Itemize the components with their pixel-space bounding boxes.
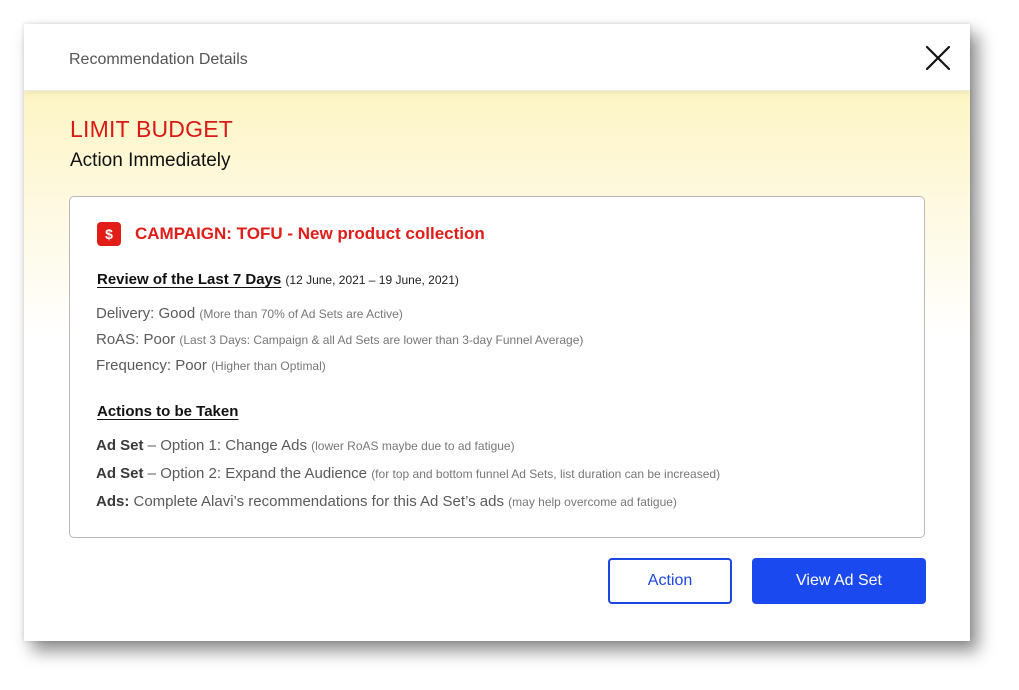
close-icon [925,45,951,71]
action-note: (lower RoAS maybe due to ad fatigue) [311,439,515,453]
metric-roas: RoAS: Poor (Last 3 Days: Campaign & all … [96,331,583,348]
metric-delivery: Delivery: Good (More than 70% of Ad Sets… [96,305,403,322]
dialog-header: Recommendation Details [24,24,970,91]
recommendation-urgency: Action Immediately [70,150,231,171]
actions-heading-label: Actions to be Taken [97,403,239,420]
action-prefix: Ad Set [96,465,144,482]
close-button[interactable] [922,42,954,74]
metric-frequency: Frequency: Poor (Higher than Optimal) [96,357,326,374]
recommendation-card: $ CAMPAIGN: TOFU - New product collectio… [69,196,925,538]
action-text: – Option 2: Expand the Audience [143,465,368,482]
action-text: – Option 1: Change Ads [143,437,307,454]
action-note: (for top and bottom funnel Ad Sets, list… [371,467,721,481]
action-item: Ads: Complete Alavi’s recommendations fo… [96,493,677,510]
action-text: Complete Alavi’s recommendations for thi… [129,493,504,510]
metric-note: (Last 3 Days: Campaign & all Ad Sets are… [179,333,584,347]
view-ad-set-button[interactable]: View Ad Set [752,558,926,604]
review-date-range: (12 June, 2021 – 19 June, 2021) [285,273,459,287]
metric-label: Delivery: Good [96,305,196,322]
actions-heading: Actions to be Taken [97,403,238,420]
review-heading: Review of the Last 7 Days (12 June, 2021… [97,271,459,288]
campaign-title: CAMPAIGN: TOFU - New product collection [135,224,485,243]
action-prefix: Ads: [96,493,130,510]
action-button[interactable]: Action [608,558,732,604]
metric-note: (Higher than Optimal) [211,359,326,373]
recommendation-headline: LIMIT BUDGET [70,116,233,142]
metric-note: (More than 70% of Ad Sets are Active) [199,307,403,321]
metric-label: RoAS: Poor [96,331,176,348]
action-item: Ad Set – Option 1: Change Ads (lower RoA… [96,437,515,454]
metric-label: Frequency: Poor [96,357,207,374]
action-note: (may help overcome ad fatigue) [508,495,677,509]
action-prefix: Ad Set [96,437,144,454]
action-item: Ad Set – Option 2: Expand the Audience (… [96,465,720,482]
dollar-icon: $ [97,222,121,246]
recommendation-dialog: Recommendation Details LIMIT BUDGET Acti… [24,24,970,641]
dialog-title: Recommendation Details [69,51,248,68]
review-heading-label: Review of the Last 7 Days [97,271,282,288]
